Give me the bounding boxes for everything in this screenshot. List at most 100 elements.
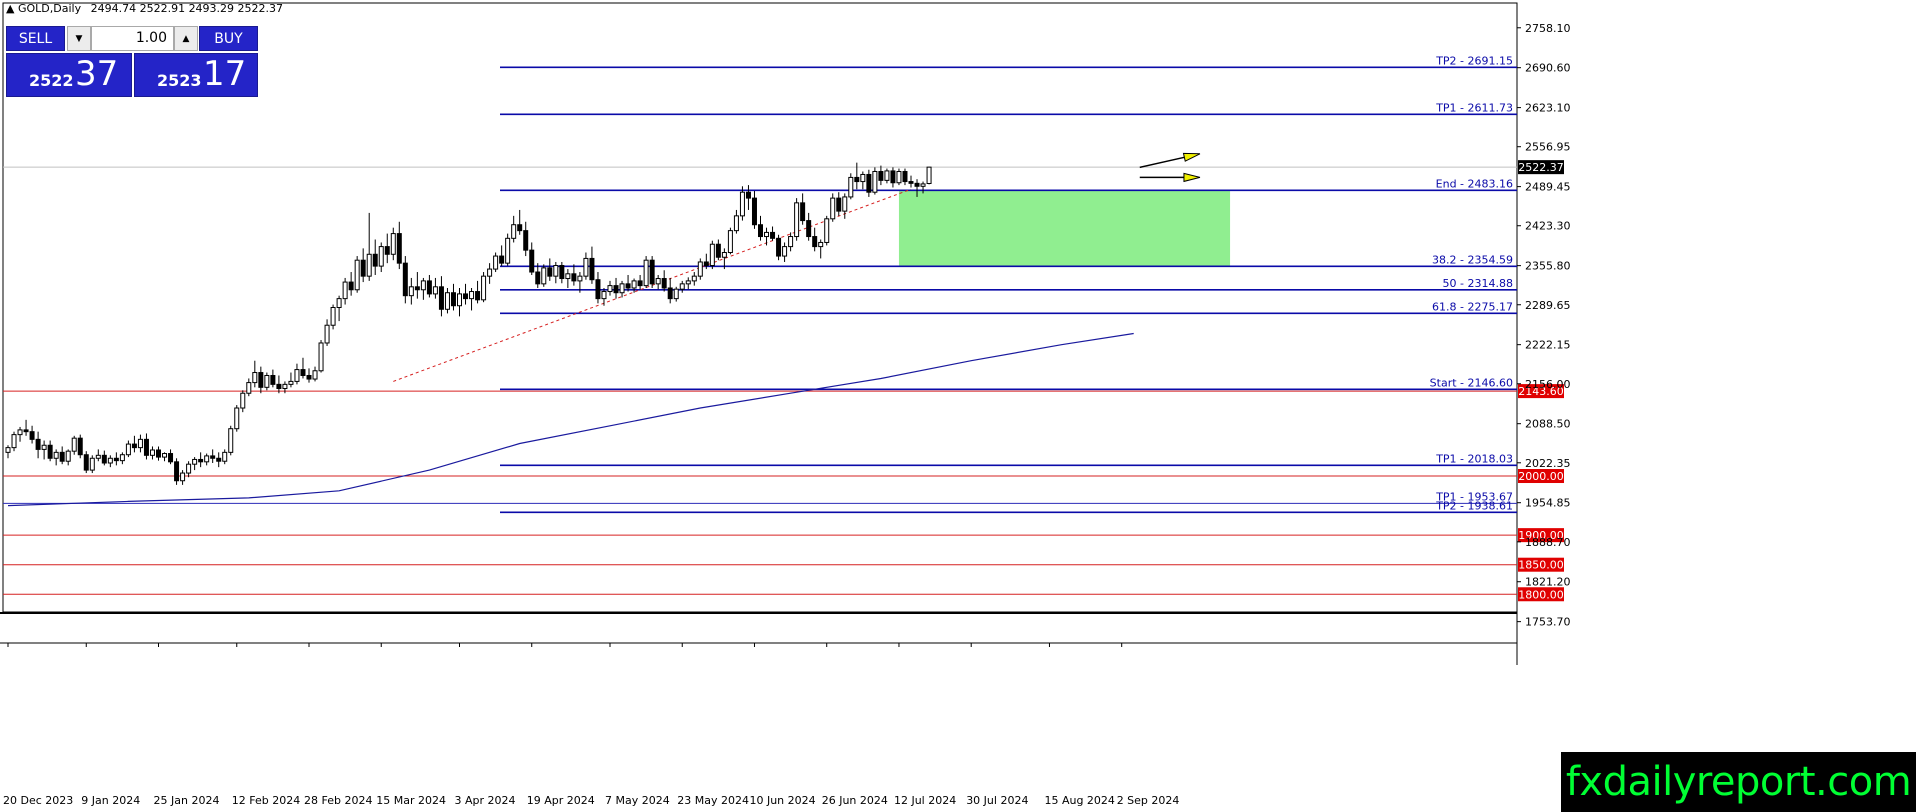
y-tick-label: 1888.70 [1525, 536, 1571, 549]
candle-body [390, 233, 396, 255]
candle-body [914, 182, 920, 187]
candle-body [143, 438, 149, 456]
buy-price-box[interactable]: 2523 17 [134, 53, 258, 97]
lot-decrease-button[interactable]: ▼ [67, 26, 91, 51]
y-tick-label: 2489.45 [1525, 181, 1571, 194]
candle-body [541, 267, 547, 285]
x-tick-label: 23 May 2024 [677, 794, 749, 807]
candle-body [782, 246, 788, 257]
x-tick-label: 15 Mar 2024 [376, 794, 446, 807]
candle-body [679, 283, 685, 290]
lot-increase-button[interactable]: ▲ [174, 26, 198, 51]
candle-body [35, 438, 41, 450]
candle-body [252, 372, 258, 384]
candle-body [926, 166, 932, 184]
candle-body [655, 278, 661, 285]
x-tick-label: 12 Jul 2024 [894, 794, 956, 807]
candle-body [457, 293, 462, 307]
sell-price-big: 37 [75, 54, 119, 94]
symbol-label: GOLD,Daily [17, 2, 82, 15]
x-tick-label: 12 Feb 2024 [232, 794, 300, 807]
x-tick-label: 9 Jan 2024 [81, 794, 140, 807]
candle-body [77, 437, 83, 456]
sell-price-box[interactable]: 2522 37 [6, 53, 132, 97]
candle-body [625, 283, 631, 289]
candle-body [751, 197, 757, 226]
round-level-label: 1850.00 [1518, 559, 1564, 572]
price-chart[interactable]: 2143.602000.001900.001850.001800.00TP2 -… [0, 0, 1916, 812]
candle-body [469, 291, 475, 300]
candle-body [715, 243, 721, 258]
candle-body [487, 268, 493, 277]
candle-body [119, 454, 125, 462]
x-tick-label: 26 Jun 2024 [822, 794, 888, 807]
fib-level-label: 50 - 2314.88 [1443, 277, 1513, 290]
candle-body [860, 173, 866, 183]
candle-body [878, 171, 884, 181]
candle-body [125, 443, 131, 456]
y-tick-label: 2690.60 [1525, 62, 1571, 75]
x-tick-label: 20 Dec 2023 [3, 794, 73, 807]
x-tick-label: 30 Jul 2024 [966, 794, 1028, 807]
lot-size-input[interactable]: 1.00 [91, 26, 174, 51]
candle-body [216, 457, 222, 462]
candle-body [619, 283, 625, 294]
candle-body [210, 455, 216, 459]
candle-body [523, 230, 529, 251]
candle-body [631, 280, 637, 289]
brand-watermark: fxdailyreport.com [1561, 752, 1916, 812]
triangle-icon: ▲ [6, 2, 15, 15]
candle-body [336, 298, 342, 309]
candle-body [794, 202, 800, 238]
buy-button[interactable]: BUY [199, 26, 258, 51]
x-tick-label: 19 Apr 2024 [527, 794, 595, 807]
candle-body [438, 286, 444, 310]
candle-body [180, 472, 186, 482]
candle-body [463, 293, 469, 300]
fib-level-label: End - 2483.16 [1436, 177, 1513, 190]
candle-body [824, 218, 830, 243]
candle-body [866, 173, 872, 193]
candle-body [661, 278, 667, 289]
candle-body [776, 237, 782, 257]
candle-body [673, 288, 679, 300]
candle-body [174, 461, 180, 482]
fib-level-label: TP1 - 2611.73 [1435, 101, 1513, 114]
buy-price-big: 17 [203, 54, 247, 94]
candle-body [727, 230, 733, 254]
y-tick-label: 2355.80 [1525, 260, 1571, 273]
candle-body [372, 253, 378, 267]
triangle-down-icon: ▼ [75, 33, 83, 44]
fib-level-label: 38.2 - 2354.59 [1432, 253, 1513, 266]
y-tick-label: 1821.20 [1525, 576, 1571, 589]
candle-body [270, 374, 276, 385]
x-tick-label: 2 Sep 2024 [1117, 794, 1180, 807]
candle-body [47, 444, 53, 459]
candle-body [643, 259, 649, 287]
candle-body [812, 236, 818, 248]
y-tick-label: 2556.95 [1525, 141, 1571, 154]
candle-body [637, 280, 643, 287]
candle-body [830, 197, 836, 220]
candle-body [71, 437, 77, 452]
candle-body [156, 449, 161, 458]
y-tick-label: 1753.70 [1525, 616, 1571, 629]
candle-body [613, 285, 619, 294]
candle-body [733, 215, 739, 232]
candle-body [276, 383, 282, 390]
candle-body [559, 265, 565, 280]
candle-body [788, 236, 794, 248]
candle-body [149, 449, 155, 456]
candle-body [23, 429, 29, 433]
candle-body [396, 233, 402, 264]
ohlc-values: 2494.74 2522.91 2493.29 2522.37 [90, 2, 284, 15]
candle-body [300, 369, 306, 376]
candle-body [499, 255, 505, 264]
y-tick-label: 2222.15 [1525, 339, 1571, 352]
candle-body [649, 259, 655, 285]
sell-button[interactable]: SELL [6, 26, 65, 51]
y-tick-label: 2088.50 [1525, 418, 1571, 431]
round-level-label: 1800.00 [1518, 588, 1564, 601]
y-tick-label: 2423.30 [1525, 220, 1571, 233]
candle-body [601, 291, 607, 300]
